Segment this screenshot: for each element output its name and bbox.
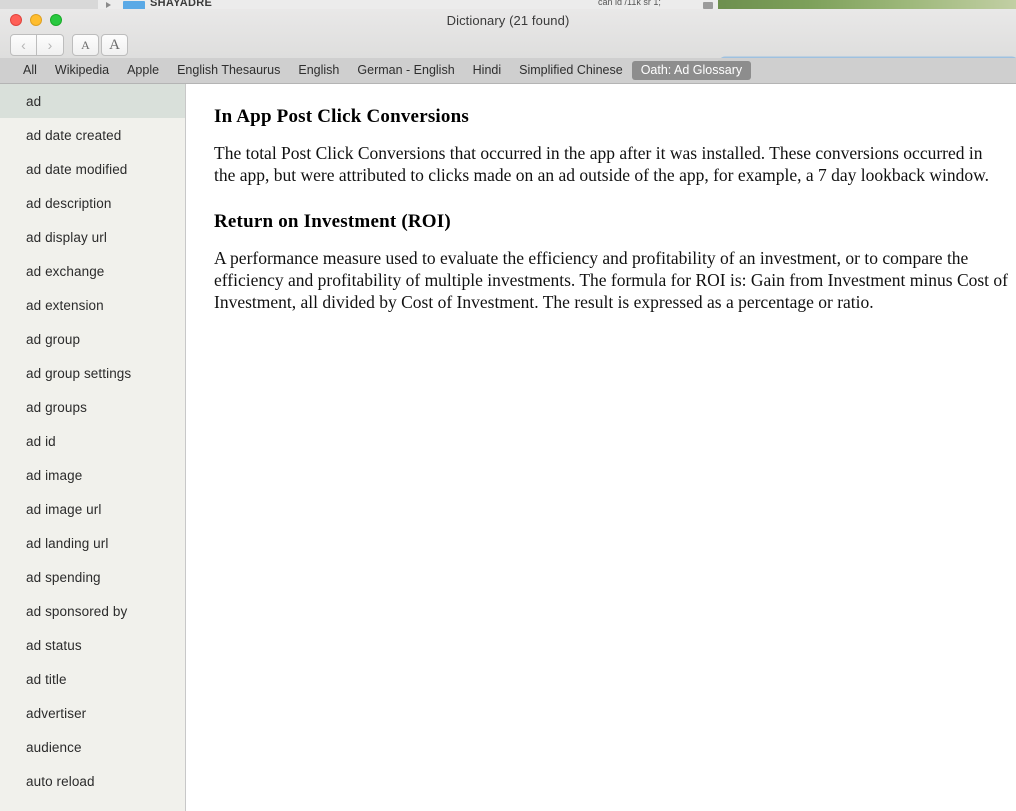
sidebar-item-label: ad group settings bbox=[26, 365, 132, 381]
sidebar-item-label: ad display url bbox=[26, 229, 107, 245]
decrease-text-size-button[interactable]: A bbox=[72, 34, 99, 56]
sidebar-item-label: advertiser bbox=[26, 705, 87, 721]
window-titlebar[interactable]: Dictionary (21 found) ‹ › A A a bbox=[0, 9, 1016, 83]
tab-apple[interactable]: Apple bbox=[118, 61, 168, 80]
entry-body: The total Post Click Conversions that oc… bbox=[214, 143, 989, 185]
sidebar-item-label: ad date created bbox=[26, 127, 122, 143]
sidebar-item[interactable]: ad groups bbox=[0, 390, 185, 424]
sidebar-item[interactable]: ad title bbox=[0, 662, 185, 696]
window-body: ad ad date created ad date modified ad desc… bbox=[0, 84, 1016, 811]
sidebar-item[interactable]: audience bbox=[0, 730, 185, 764]
tab-english[interactable]: English bbox=[289, 61, 348, 80]
sidebar-item[interactable]: ad group bbox=[0, 322, 185, 356]
back-button[interactable]: ‹ bbox=[10, 34, 37, 56]
sidebar-item-label: ad extension bbox=[26, 297, 104, 313]
sidebar-item[interactable]: ad bbox=[0, 84, 185, 118]
text-size-button-group: A A bbox=[72, 34, 128, 56]
background-window-title: SHAYADRE bbox=[150, 0, 213, 7]
sidebar-item-label: audience bbox=[26, 739, 82, 755]
background-window-icon bbox=[703, 2, 713, 9]
tab-hindi[interactable]: Hindi bbox=[464, 61, 511, 80]
sidebar-item-label: ad image bbox=[26, 467, 83, 483]
sidebar-item-label: ad image url bbox=[26, 501, 102, 517]
sidebar-item[interactable]: ad display url bbox=[0, 220, 185, 254]
tab-oath-ad-glossary[interactable]: Oath: Ad Glossary bbox=[631, 61, 752, 80]
sidebar-item[interactable]: advertiser bbox=[0, 696, 185, 730]
background-window-status: can id /11k sr 1; bbox=[598, 0, 661, 7]
sidebar-item-label: ad status bbox=[26, 637, 82, 653]
results-sidebar[interactable]: ad ad date created ad date modified ad desc… bbox=[0, 84, 186, 811]
sidebar-item[interactable]: ad date modified bbox=[0, 152, 185, 186]
sidebar-item-label: ad landing url bbox=[26, 535, 109, 551]
sidebar-item-label: auto reload bbox=[26, 773, 95, 789]
sidebar-item-label: ad groups bbox=[26, 399, 87, 415]
dictionary-window: Dictionary (21 found) ‹ › A A a AllWikip… bbox=[0, 9, 1016, 811]
sidebar-item-label: ad description bbox=[26, 195, 112, 211]
sidebar-item-label: ad date modified bbox=[26, 161, 128, 177]
tab-wikipedia[interactable]: Wikipedia bbox=[46, 61, 118, 80]
window-title: Dictionary (21 found) bbox=[446, 13, 570, 28]
entry-body: A performance measure used to evaluate t… bbox=[214, 248, 1008, 312]
tab-english-thesaurus[interactable]: English Thesaurus bbox=[168, 61, 289, 80]
sidebar-item[interactable]: ad extension bbox=[0, 288, 185, 322]
sidebar-item[interactable]: ad landing url bbox=[0, 526, 185, 560]
tab-all[interactable]: All bbox=[14, 61, 46, 80]
sidebar-item[interactable]: ad exchange bbox=[0, 254, 185, 288]
sidebar-item-label: ad id bbox=[26, 433, 56, 449]
sidebar-item-label: ad spending bbox=[26, 569, 101, 585]
tab-simplified-chinese[interactable]: Simplified Chinese bbox=[510, 61, 632, 80]
dictionary-source-tabs: All Wikipedia Apple English Thesaurus Englis… bbox=[0, 58, 1016, 84]
sidebar-item[interactable]: ad image url bbox=[0, 492, 185, 526]
tab-german-english[interactable]: German - English bbox=[348, 61, 463, 80]
sidebar-item[interactable]: ad spending bbox=[0, 560, 185, 594]
entry-heading: In App Post Click Conversions bbox=[214, 106, 469, 127]
navigation-button-group: ‹ › bbox=[10, 34, 64, 56]
toolbar: ‹ › A A a bbox=[0, 33, 1016, 83]
sidebar-item[interactable]: ad image bbox=[0, 458, 185, 492]
increase-text-size-button[interactable]: A bbox=[101, 34, 128, 56]
sidebar-item-label: ad group bbox=[26, 331, 81, 347]
forward-button[interactable]: › bbox=[37, 34, 64, 56]
sidebar-item-label: ad exchange bbox=[26, 263, 105, 279]
desktop-wallpaper bbox=[718, 0, 1016, 9]
entry-heading: Return on Investment (ROI) bbox=[214, 211, 451, 232]
sidebar-item[interactable]: ad group settings bbox=[0, 356, 185, 390]
sidebar-item[interactable]: ad sponsored by bbox=[0, 594, 185, 628]
sidebar-item[interactable]: ad date created bbox=[0, 118, 185, 152]
sidebar-item-label: ad bbox=[26, 93, 42, 109]
sidebar-item[interactable]: ad description bbox=[0, 186, 185, 220]
disclosure-triangle-icon[interactable] bbox=[106, 2, 111, 8]
sidebar-item[interactable]: ad status bbox=[0, 628, 185, 662]
sidebar-item-label: ad title bbox=[26, 671, 67, 687]
sidebar-item[interactable]: ad id bbox=[0, 424, 185, 458]
sidebar-item[interactable]: auto reload bbox=[0, 764, 185, 798]
definition-pane: In App Post Click Conversions The total P… bbox=[186, 84, 1016, 811]
sidebar-item-label: ad sponsored by bbox=[26, 603, 128, 619]
